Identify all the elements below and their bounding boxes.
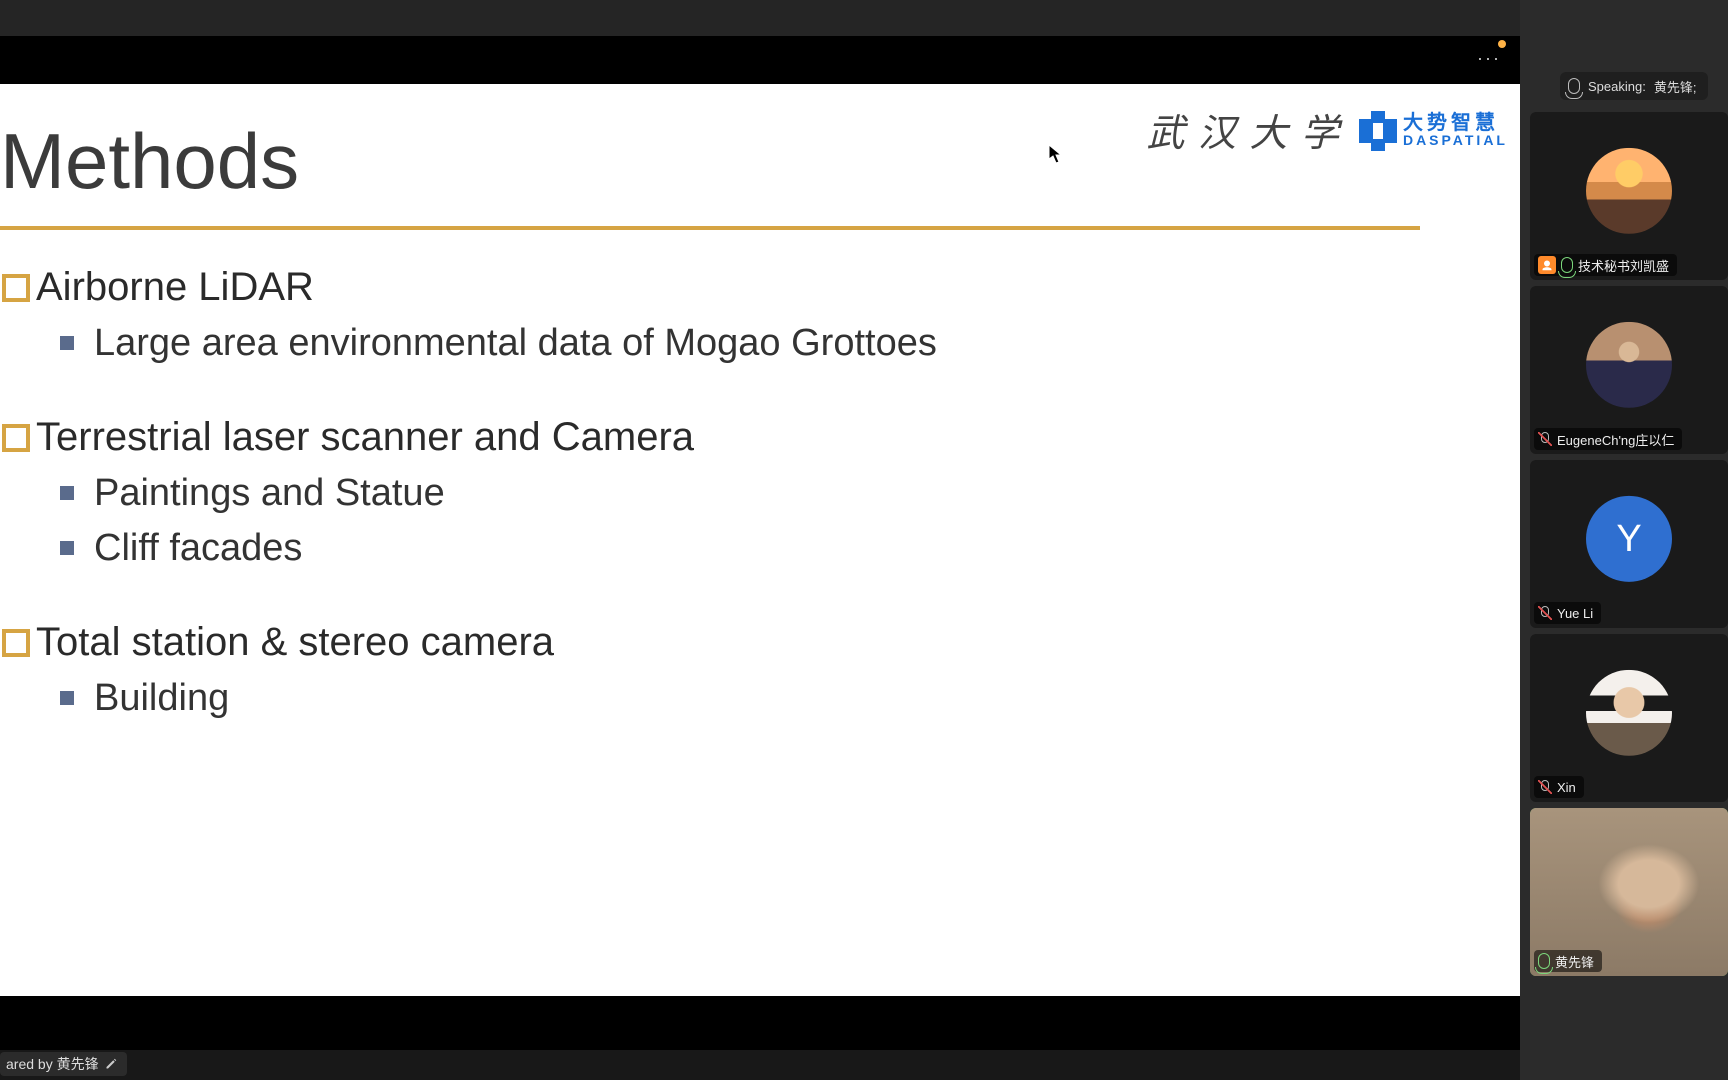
avatar-letter: Y [1616,517,1641,560]
speaking-indicator: Speaking: 黄先锋; [1560,72,1708,100]
presentation-letterbox-bottom [0,996,1520,1050]
bullet-l2: Building [2,677,937,721]
shared-by-pill[interactable]: ared by 黄先锋 [0,1052,127,1076]
mic-muted-icon [1538,606,1552,620]
participant-label: EugeneCh'ng庄以仁 [1534,428,1682,450]
participant-label: 黄先锋 [1534,950,1602,972]
participant-name: Xin [1557,780,1576,795]
participant-name: 技术秘书刘凯盛 [1578,256,1669,275]
slide-bullets: Airborne LiDAR Large area environmental … [2,264,937,769]
participant-name: 黄先锋 [1555,952,1594,971]
bullet-l1: Total station & stereo camera [2,619,937,665]
more-options-button[interactable]: ··· [1476,48,1502,68]
avatar [1586,322,1672,408]
host-badge-icon [1538,256,1556,274]
mic-icon [1568,78,1580,94]
daspatial-logo-en: DASPATIAL [1403,133,1508,147]
participant-tile[interactable]: Y Yue Li [1530,460,1728,628]
presentation-topbar [0,0,1520,36]
wuhan-university-logo: 武 汉 大 学 [1146,102,1341,157]
speaking-name: 黄先锋; [1654,77,1697,96]
title-underline [0,226,1420,230]
bullet-l1: Airborne LiDAR [2,264,937,310]
mic-muted-icon [1538,780,1552,794]
participants-panel: Speaking: 黄先锋; 技术秘书刘凯盛 EugeneCh'ng庄以仁 Y [1520,0,1728,1080]
daspatial-logo: 大势智慧 DASPATIAL [1359,111,1508,149]
slide-title: Methods [0,116,299,207]
participant-tile[interactable]: 黄先锋 [1530,808,1728,976]
participant-name: Yue Li [1557,606,1593,621]
bullet-l1: Terrestrial laser scanner and Camera [2,414,937,460]
presentation-letterbox-top [0,36,1520,84]
bullet-l2: Paintings and Statue [2,472,937,516]
shared-screen: ··· Methods 武 汉 大 学 大势智慧 DASPATIAL Airbo… [0,0,1520,1080]
bullet-l2: Cliff facades [2,527,937,571]
speaking-prefix: Speaking: [1588,79,1646,94]
participant-label: 技术秘书刘凯盛 [1534,254,1677,276]
mic-muted-icon [1538,432,1552,446]
participant-name: EugeneCh'ng庄以仁 [1557,430,1674,449]
slide-logos: 武 汉 大 学 大势智慧 DASPATIAL [1146,102,1508,157]
shared-by-label: ared by 黄先锋 [6,1054,99,1074]
participant-tile[interactable]: 技术秘书刘凯盛 [1530,112,1728,280]
participant-label: Yue Li [1534,602,1601,624]
annotate-icon[interactable] [105,1058,117,1070]
mic-icon [1538,953,1550,969]
mic-icon [1561,257,1573,273]
avatar [1586,148,1672,234]
daspatial-icon [1359,111,1397,149]
slide: Methods 武 汉 大 学 大势智慧 DASPATIAL Airborne … [0,84,1520,996]
cursor-icon [1048,144,1062,164]
participant-label: Xin [1534,776,1584,798]
avatar [1586,670,1672,756]
bullet-l2: Large area environmental data of Mogao G… [2,322,937,366]
participant-tile[interactable]: EugeneCh'ng庄以仁 [1530,286,1728,454]
participant-tile[interactable]: Xin [1530,634,1728,802]
avatar: Y [1586,496,1672,582]
participant-tiles: 技术秘书刘凯盛 EugeneCh'ng庄以仁 Y Yue Li Xin [1530,112,1728,976]
daspatial-logo-cn: 大势智慧 [1403,113,1508,133]
